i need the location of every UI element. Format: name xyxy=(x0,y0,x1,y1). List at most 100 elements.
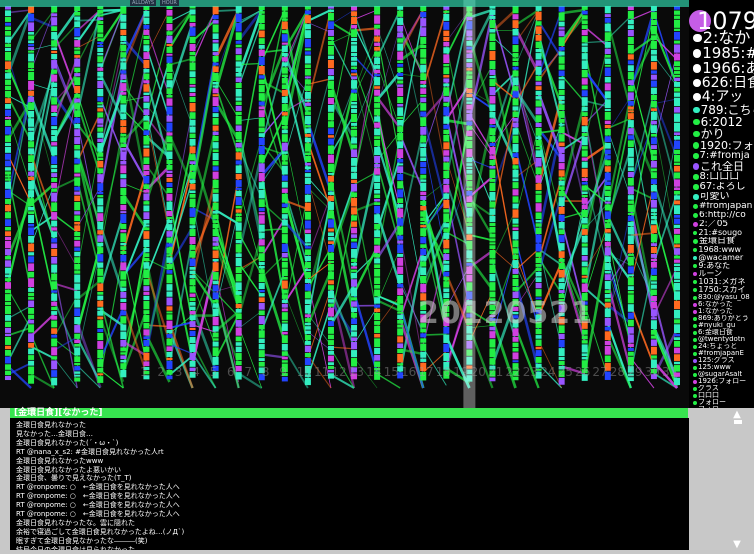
keyword-segment[interactable] xyxy=(581,243,588,247)
keyword-segment[interactable] xyxy=(235,72,242,77)
keyword-segment[interactable] xyxy=(327,145,334,154)
keyword-segment[interactable] xyxy=(604,294,611,298)
keyword-segment[interactable] xyxy=(212,72,219,82)
keyword-segment[interactable] xyxy=(327,290,334,299)
keyword-segment[interactable] xyxy=(74,177,81,186)
keyword-segment[interactable] xyxy=(120,369,127,378)
keyword-segment[interactable] xyxy=(189,179,196,184)
keyword-segment[interactable] xyxy=(120,355,127,360)
keyword-segment[interactable] xyxy=(189,22,196,27)
keyword-segment[interactable] xyxy=(420,358,427,362)
keyword-segment[interactable] xyxy=(281,312,288,320)
keyword-segment[interactable] xyxy=(304,10,311,15)
keyword-segment[interactable] xyxy=(558,206,565,214)
keyword-segment[interactable] xyxy=(258,269,265,273)
keyword-segment[interactable] xyxy=(281,320,288,323)
keyword-segment[interactable] xyxy=(581,78,588,85)
keyword-segment[interactable] xyxy=(604,185,611,190)
keyword-segment[interactable] xyxy=(166,357,173,361)
legend-tab-alldays[interactable]: ALLDAYS xyxy=(130,0,157,6)
keyword-segment[interactable] xyxy=(74,110,81,118)
keyword-segment[interactable] xyxy=(74,129,81,137)
keyword-segment[interactable] xyxy=(351,144,358,149)
keyword-segment[interactable] xyxy=(304,184,311,194)
keyword-segment[interactable] xyxy=(443,41,450,47)
keyword-segment[interactable] xyxy=(166,231,173,237)
keyword-segment[interactable] xyxy=(212,15,219,20)
keyword-segment[interactable] xyxy=(166,35,173,44)
keyword-segment[interactable] xyxy=(374,168,381,175)
keyword-segment[interactable] xyxy=(674,61,680,67)
keyword-segment[interactable] xyxy=(535,86,542,90)
keyword-segment[interactable] xyxy=(420,27,427,37)
keyword-segment[interactable] xyxy=(166,320,173,330)
keyword-segment[interactable] xyxy=(420,97,427,103)
keyword-segment[interactable] xyxy=(650,253,657,258)
keyword-segment[interactable] xyxy=(327,29,334,36)
keyword-segment[interactable] xyxy=(351,249,358,258)
keyword-segment[interactable] xyxy=(374,268,381,277)
keyword-segment[interactable] xyxy=(374,86,381,89)
keyword-segment[interactable] xyxy=(374,284,381,289)
keyword-segment[interactable] xyxy=(304,340,311,345)
keyword-segment[interactable] xyxy=(327,68,334,76)
keyword-rank-item[interactable]: 2: ／05 xyxy=(693,220,754,229)
keyword-segment[interactable] xyxy=(535,150,542,158)
keyword-segment[interactable] xyxy=(51,53,58,60)
keyword-segment[interactable] xyxy=(28,131,35,141)
keyword-segment[interactable] xyxy=(51,212,58,220)
keyword-segment[interactable] xyxy=(74,145,81,150)
keyword-segment[interactable] xyxy=(420,49,427,58)
keyword-segment[interactable] xyxy=(235,125,242,132)
keyword-segment[interactable] xyxy=(489,201,496,208)
keyword-segment[interactable] xyxy=(74,270,81,274)
keyword-segment[interactable] xyxy=(166,170,173,174)
keyword-segment[interactable] xyxy=(5,260,11,267)
keyword-segment[interactable] xyxy=(627,85,634,92)
keyword-segment[interactable] xyxy=(143,239,150,248)
keyword-segment[interactable] xyxy=(166,188,173,193)
keyword-segment[interactable] xyxy=(97,81,104,89)
keyword-segment[interactable] xyxy=(397,87,404,97)
keyword-segment[interactable] xyxy=(489,147,496,155)
keyword-segment[interactable] xyxy=(604,99,611,109)
keyword-segment[interactable] xyxy=(235,139,242,143)
keyword-segment[interactable] xyxy=(604,326,611,331)
keyword-segment[interactable] xyxy=(581,168,588,178)
keyword-segment[interactable] xyxy=(627,110,634,113)
keyword-segment[interactable] xyxy=(5,356,11,364)
keyword-segment[interactable] xyxy=(604,345,611,355)
keyword-segment[interactable] xyxy=(327,80,334,89)
keyword-segment[interactable] xyxy=(489,9,496,15)
keyword-segment[interactable] xyxy=(627,80,634,86)
keyword-segment[interactable] xyxy=(281,331,288,335)
keyword-segment[interactable] xyxy=(51,13,58,17)
keyword-segment[interactable] xyxy=(5,282,11,289)
keyword-segment[interactable] xyxy=(74,55,81,58)
keyword-segment[interactable] xyxy=(443,179,450,184)
keyword-segment[interactable] xyxy=(420,168,427,174)
keyword-segment[interactable] xyxy=(235,187,242,190)
keyword-segment[interactable] xyxy=(304,243,311,246)
keyword-segment[interactable] xyxy=(397,304,404,311)
keyword-segment[interactable] xyxy=(74,16,81,21)
keyword-segment[interactable] xyxy=(304,76,311,79)
keyword-segment[interactable] xyxy=(28,176,35,181)
keyword-segment[interactable] xyxy=(374,103,381,108)
keyword-segment[interactable] xyxy=(189,208,196,217)
keyword-segment[interactable] xyxy=(558,180,565,186)
keyword-segment[interactable] xyxy=(674,10,680,15)
keyword-segment[interactable] xyxy=(374,245,381,253)
keyword-segment[interactable] xyxy=(212,316,219,326)
keyword-segment[interactable] xyxy=(535,346,542,350)
keyword-segment[interactable] xyxy=(327,260,334,264)
keyword-segment[interactable] xyxy=(166,132,173,136)
keyword-segment[interactable] xyxy=(327,135,334,138)
keyword-segment[interactable] xyxy=(120,62,127,70)
keyword-segment[interactable] xyxy=(235,55,242,61)
keyword-segment[interactable] xyxy=(351,307,358,313)
keyword-segment[interactable] xyxy=(166,247,173,254)
keyword-segment[interactable] xyxy=(627,200,634,204)
keyword-rank-item[interactable]: @sugarAsalt xyxy=(693,371,754,378)
keyword-segment[interactable] xyxy=(558,104,565,111)
